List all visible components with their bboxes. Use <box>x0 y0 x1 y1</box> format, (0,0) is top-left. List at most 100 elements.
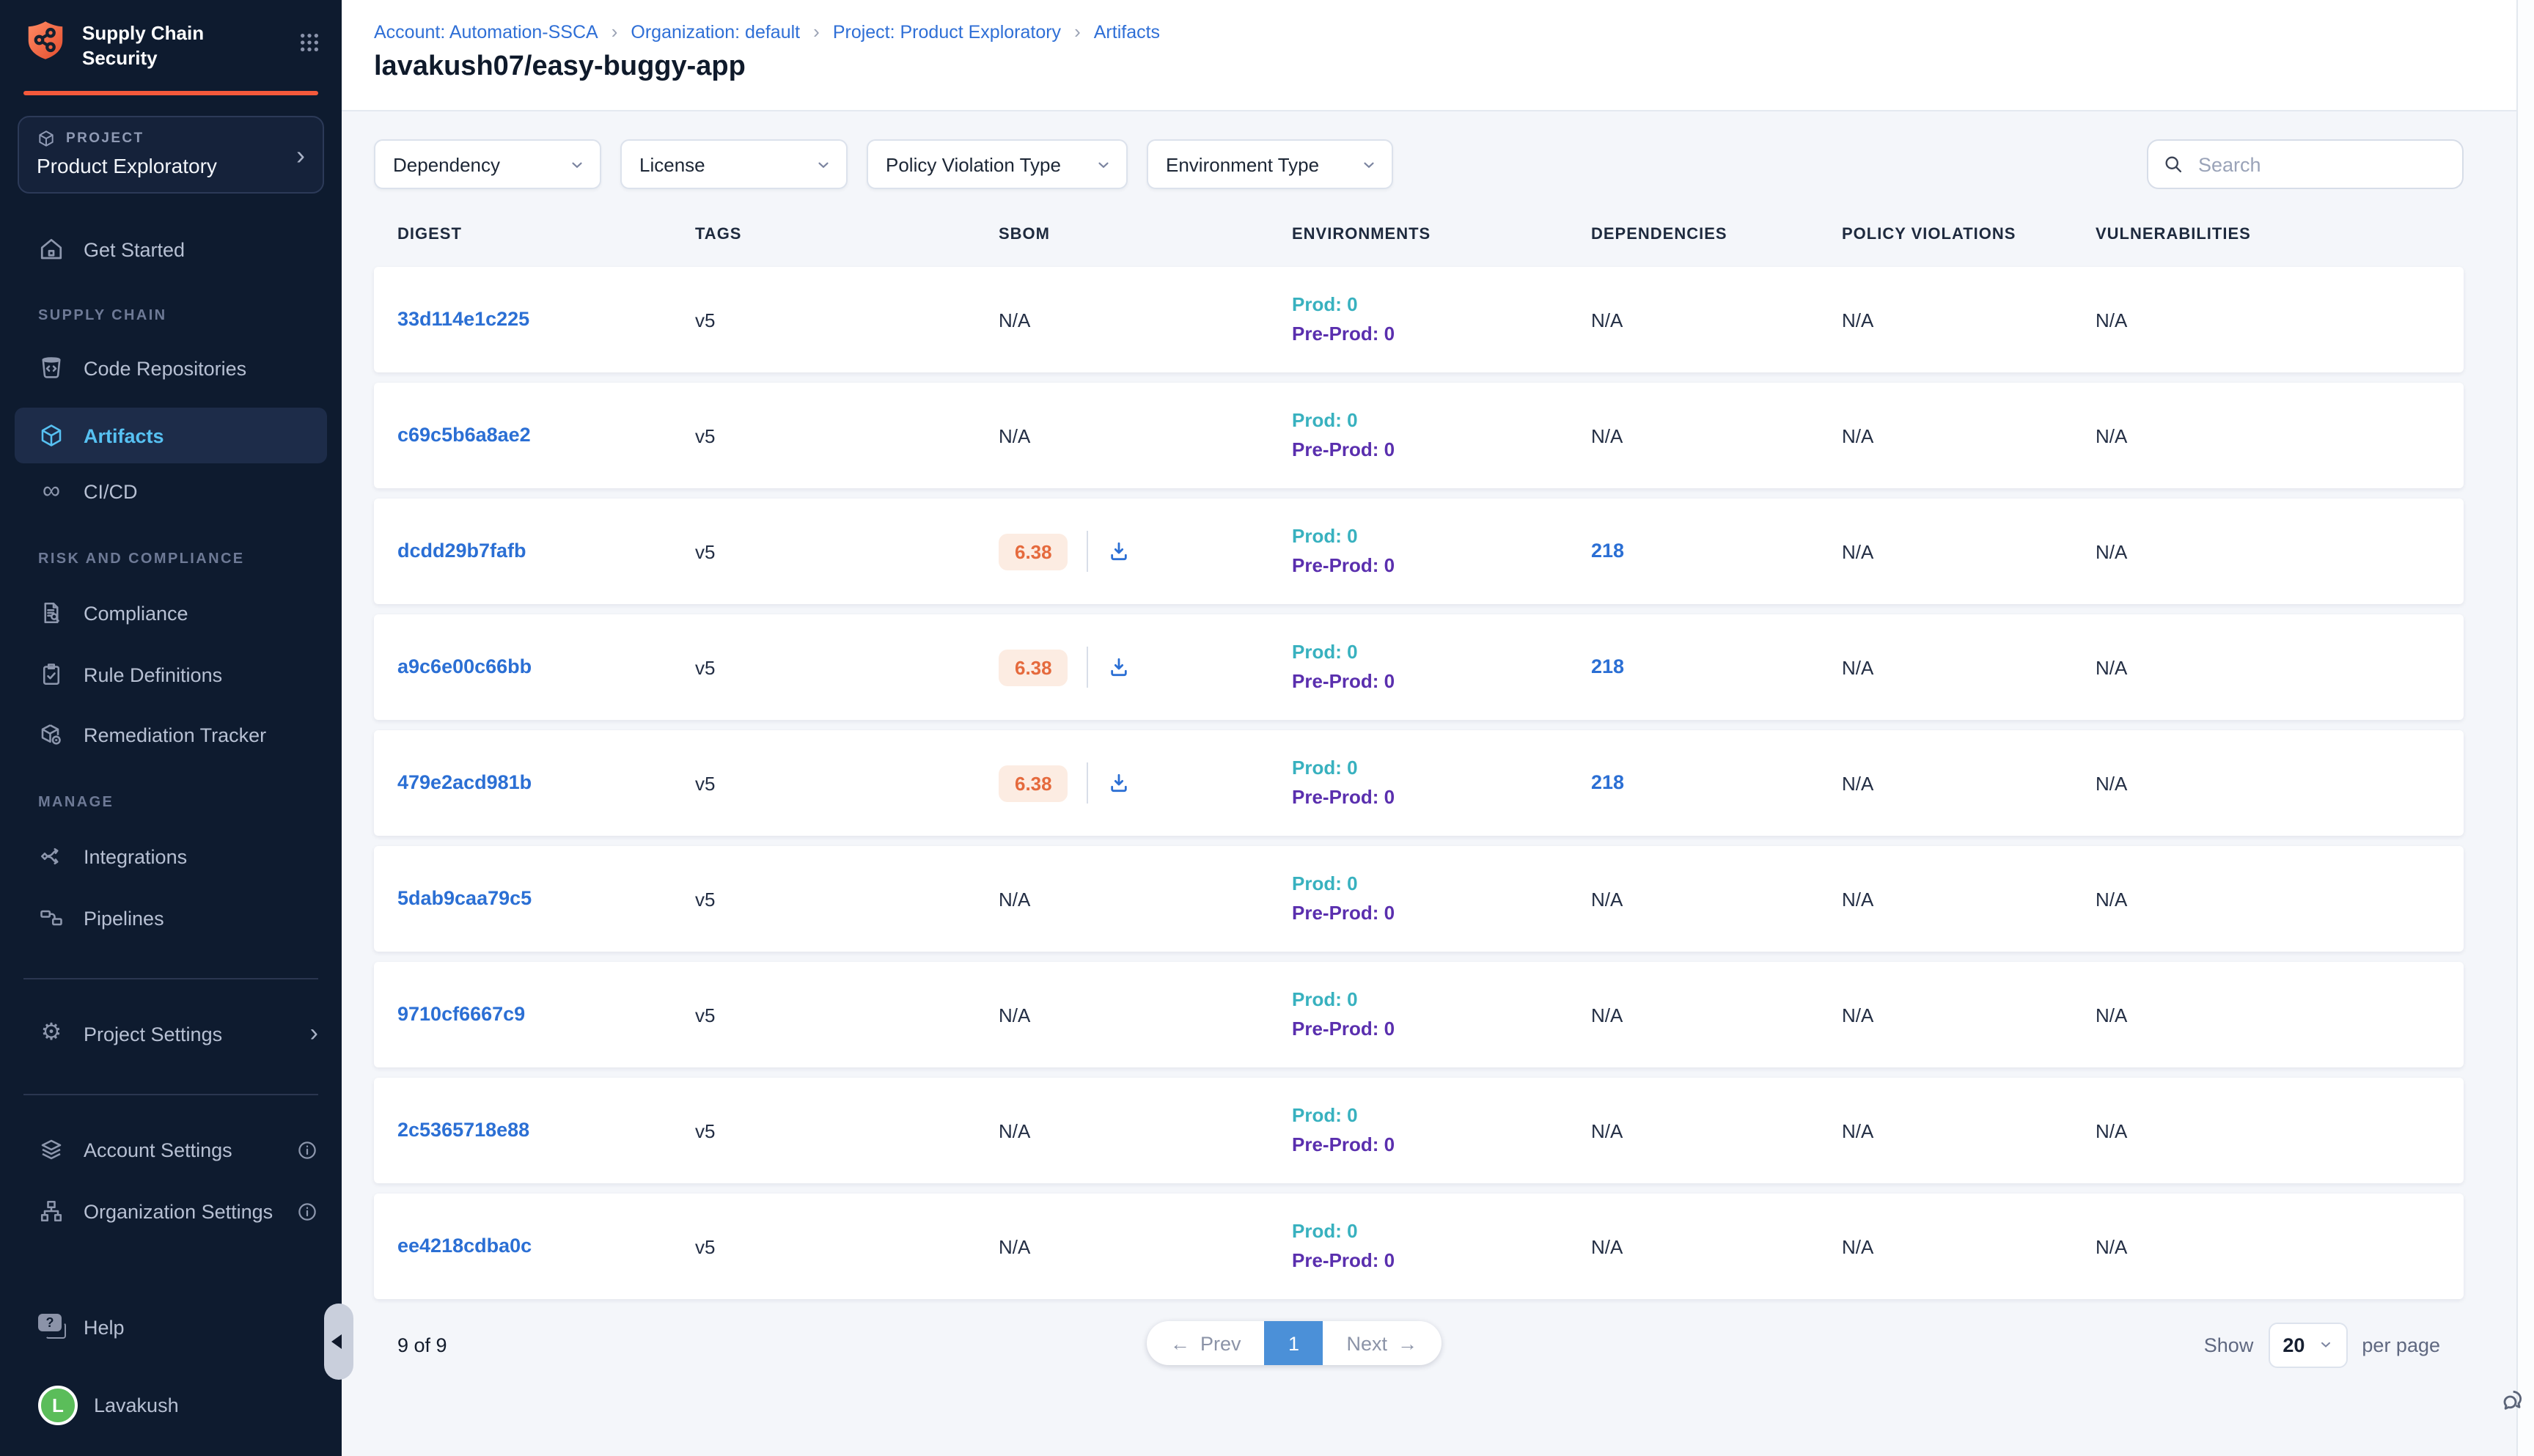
digest-link[interactable]: 479e2acd981b <box>397 771 532 793</box>
tag-value: v5 <box>695 309 999 331</box>
page-number-button[interactable]: 1 <box>1265 1321 1323 1365</box>
download-sbom-button[interactable] <box>1108 771 1131 795</box>
scrollbar-track[interactable] <box>2516 0 2534 1456</box>
digest-link[interactable]: ee4218cdba0c <box>397 1235 532 1257</box>
breadcrumb-account-link[interactable]: Account: Automation-SSCA <box>374 21 598 42</box>
sidebar-item-account-settings[interactable]: Account Settings <box>0 1129 342 1170</box>
vulnerabilities-value: N/A <box>2096 1235 2464 1257</box>
environments-cell: Prod: 0 Pre-Prod: 0 <box>1292 1101 1591 1161</box>
info-circle-icon[interactable] <box>296 1200 318 1222</box>
digest-link[interactable]: 2c5365718e88 <box>397 1119 529 1141</box>
dependencies-link[interactable]: 218 <box>1591 655 1624 677</box>
table-row: c69c5b6a8ae2 v5 N/A Prod: 0 Pre-Prod: 0 … <box>374 383 2464 488</box>
chevron-right-icon: › <box>310 1022 318 1045</box>
digest-link[interactable]: 5dab9caa79c5 <box>397 887 532 909</box>
policy-violations-value: N/A <box>1842 424 2096 446</box>
cube-icon <box>38 422 65 449</box>
dependencies-link[interactable]: 218 <box>1591 540 1624 562</box>
filter-label: Environment Type <box>1166 153 1319 175</box>
chevron-right-icon: › <box>612 21 618 43</box>
page-size-control: Show 20 per page <box>2204 1322 2440 1367</box>
breadcrumb-artifacts-link[interactable]: Artifacts <box>1094 21 1160 42</box>
vulnerabilities-value: N/A <box>2096 772 2464 794</box>
dependencies-value: N/A <box>1591 424 1842 446</box>
env-preprod: Pre-Prod: 0 <box>1292 1246 1591 1276</box>
tag-value: v5 <box>695 540 999 562</box>
sbom-value: N/A <box>999 1004 1292 1026</box>
artifacts-table: DIGEST TAGS SBOM ENVIRONMENTS DEPENDENCI… <box>374 189 2464 1369</box>
sidebar-item-rule-definitions[interactable]: Rule Definitions <box>0 654 342 695</box>
env-prod: Prod: 0 <box>1292 638 1591 667</box>
chevron-down-icon <box>569 156 585 172</box>
table-row: 33d114e1c225 v5 N/A Prod: 0 Pre-Prod: 0 … <box>374 267 2464 372</box>
code-repository-icon <box>38 355 65 381</box>
arrow-right-icon: → <box>1398 1332 1417 1354</box>
digest-link[interactable]: dcdd29b7fafb <box>397 540 526 562</box>
accent-divider <box>23 91 318 95</box>
environments-cell: Prod: 0 Pre-Prod: 0 <box>1292 754 1591 813</box>
info-circle-icon[interactable] <box>296 1139 318 1161</box>
app-title: Supply Chain Security <box>82 19 204 72</box>
filter-label: License <box>639 153 705 175</box>
apps-grid-icon[interactable] <box>298 19 321 54</box>
sidebar-item-label: Compliance <box>84 602 188 624</box>
env-preprod: Pre-Prod: 0 <box>1292 435 1591 465</box>
filter-environment-type[interactable]: Environment Type <box>1147 139 1393 189</box>
sidebar-item-get-started[interactable]: Get Started <box>0 229 342 270</box>
sidebar-item-pipelines[interactable]: Pipelines <box>0 897 342 938</box>
sidebar-divider <box>23 978 318 979</box>
filter-license[interactable]: License <box>620 139 848 189</box>
sidebar-item-label: Rule Definitions <box>84 663 222 685</box>
digest-link[interactable]: 33d114e1c225 <box>397 308 529 330</box>
digest-link[interactable]: a9c6e00c66bb <box>397 655 532 677</box>
environments-cell: Prod: 0 Pre-Prod: 0 <box>1292 985 1591 1045</box>
breadcrumb-organization-link[interactable]: Organization: default <box>631 21 800 42</box>
sbom-cell: 6.38 <box>999 647 1292 688</box>
row-count: 9 of 9 <box>397 1334 447 1356</box>
tag-value: v5 <box>695 424 999 446</box>
sbom-value: N/A <box>999 1119 1292 1141</box>
page-size-select[interactable]: 20 <box>2268 1322 2347 1367</box>
sidebar-item-cicd[interactable]: ∞ CI/CD <box>0 471 342 512</box>
prev-page-button[interactable]: ← Prev <box>1147 1321 1265 1365</box>
env-prod: Prod: 0 <box>1292 985 1591 1015</box>
clipboard-check-icon <box>38 661 65 688</box>
tag-value: v5 <box>695 1004 999 1026</box>
sidebar-item-code-repositories[interactable]: Code Repositories <box>0 348 342 389</box>
sidebar-item-compliance[interactable]: Compliance <box>0 592 342 633</box>
env-preprod: Pre-Prod: 0 <box>1292 1015 1591 1044</box>
column-header-tags: TAGS <box>695 226 999 243</box>
sidebar-collapse-handle[interactable] <box>324 1304 353 1380</box>
vulnerabilities-value: N/A <box>2096 656 2464 678</box>
box-wrench-icon <box>38 721 65 748</box>
sidebar-item-help[interactable]: ? Help <box>0 1306 342 1347</box>
digest-link[interactable]: c69c5b6a8ae2 <box>397 424 531 446</box>
filter-dependency[interactable]: Dependency <box>374 139 601 189</box>
search-icon <box>2163 154 2184 174</box>
page-title: lavakush07/easy-buggy-app <box>374 51 746 84</box>
search-box <box>2147 139 2464 189</box>
sidebar-item-organization-settings[interactable]: Organization Settings <box>0 1191 342 1232</box>
download-sbom-button[interactable] <box>1108 655 1131 679</box>
dependencies-link[interactable]: 218 <box>1591 771 1624 793</box>
breadcrumb-project-link[interactable]: Project: Product Exploratory <box>833 21 1061 42</box>
sidebar-item-remediation-tracker[interactable]: Remediation Tracker <box>0 714 342 755</box>
digest-link[interactable]: 9710cf6667c9 <box>397 1003 525 1025</box>
environments-cell: Prod: 0 Pre-Prod: 0 <box>1292 406 1591 466</box>
sidebar-item-label: Help <box>84 1316 125 1338</box>
search-input[interactable] <box>2195 152 2447 177</box>
sidebar-item-artifacts[interactable]: Artifacts <box>15 408 327 463</box>
project-selector[interactable]: PROJECT Product Exploratory › <box>18 116 324 194</box>
breadcrumb: Account: Automation-SSCA › Organization:… <box>374 21 1160 43</box>
sbom-score-badge: 6.38 <box>999 765 1068 801</box>
filter-policy-violation-type[interactable]: Policy Violation Type <box>867 139 1128 189</box>
next-page-button[interactable]: Next → <box>1323 1321 1442 1365</box>
download-sbom-button[interactable] <box>1108 540 1131 563</box>
sidebar-user[interactable]: L Lavakush <box>0 1384 342 1425</box>
chat-bubbles-icon[interactable] <box>2497 1386 2527 1415</box>
sidebar-item-integrations[interactable]: Integrations <box>0 836 342 877</box>
pagination: ← Prev 1 Next → <box>1147 1321 1441 1365</box>
sidebar-item-project-settings[interactable]: ⚙ Project Settings › <box>0 1013 342 1054</box>
table-body: 33d114e1c225 v5 N/A Prod: 0 Pre-Prod: 0 … <box>374 267 2464 1299</box>
table-footer: 9 of 9 ← Prev 1 Next → Show 20 <box>374 1320 2464 1369</box>
